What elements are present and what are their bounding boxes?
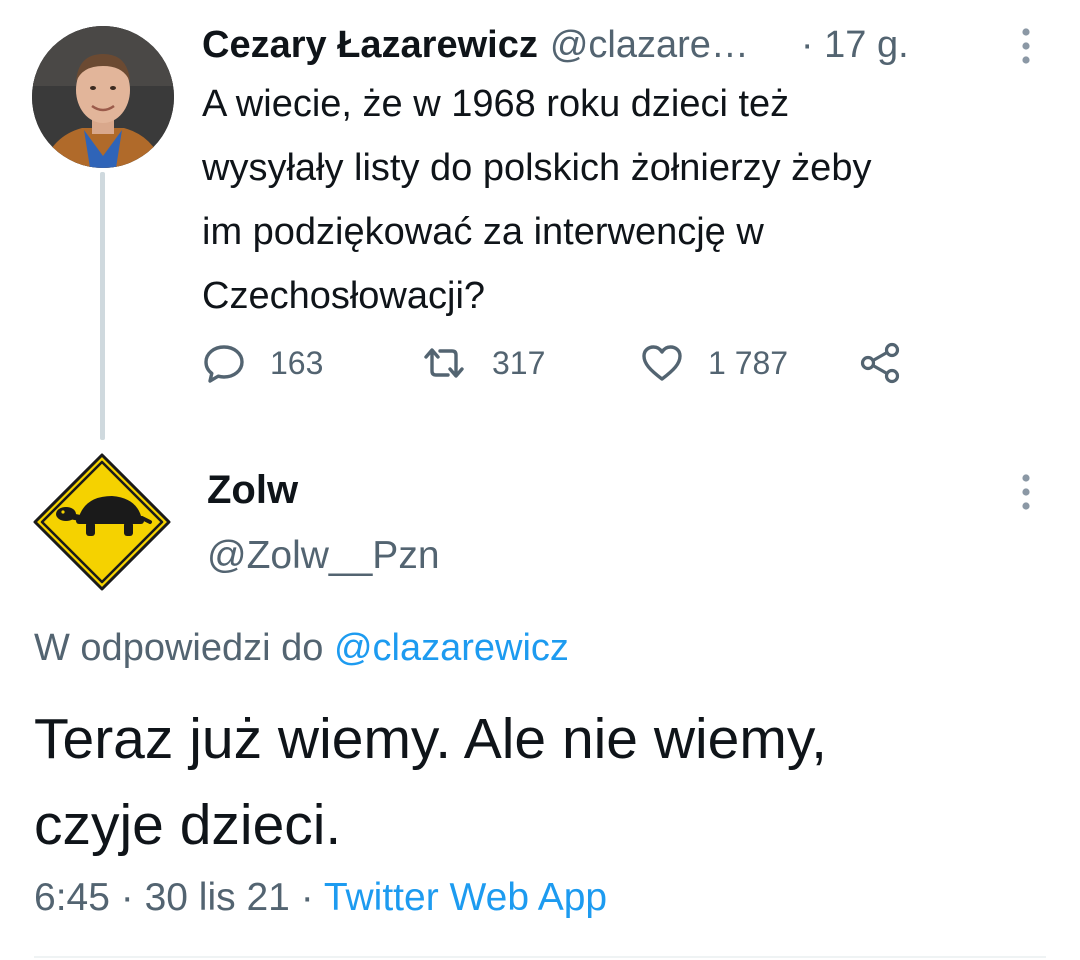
- author-avatar[interactable]: [32, 26, 174, 168]
- turtle-crossing-sign-icon[interactable]: [32, 452, 172, 592]
- tweet-actions: 163 317 1 787: [202, 338, 942, 388]
- author-name[interactable]: Zolw: [207, 466, 298, 514]
- reply-context: W odpowiedzi do @clazarewicz: [34, 624, 569, 672]
- author-photo: [32, 26, 174, 168]
- tweet-time[interactable]: 6:45: [34, 876, 110, 919]
- more-options-icon[interactable]: [1020, 472, 1032, 512]
- tweet-text: A wiecie, że w 1968 roku dzieci też wysy…: [202, 83, 872, 317]
- reply-mention-link[interactable]: @clazarewicz: [334, 627, 569, 669]
- divider: [34, 956, 1046, 958]
- tweet-header: Cezary Łazarewicz @clazare… · 17 g.: [202, 22, 909, 68]
- reply-count: 163: [270, 344, 324, 381]
- like-icon: [640, 341, 684, 385]
- share-button[interactable]: [858, 338, 902, 388]
- thread-connector-line: [100, 172, 105, 440]
- retweet-count: 317: [492, 344, 546, 381]
- like-button[interactable]: 1 787: [640, 338, 788, 388]
- share-icon: [858, 341, 902, 385]
- tweet-metadata: 6:45 · 30 lis 21 · Twitter Web App: [34, 872, 607, 924]
- retweet-icon: [420, 341, 468, 385]
- meta-separator: ·: [300, 876, 314, 919]
- reply-icon: [202, 341, 246, 385]
- like-count: 1 787: [708, 344, 789, 381]
- retweet-button[interactable]: 317: [420, 338, 545, 388]
- reply-prefix: W odpowiedzi do: [34, 627, 334, 669]
- author-name[interactable]: Cezary Łazarewicz: [202, 22, 538, 68]
- more-options-icon[interactable]: [1020, 26, 1032, 66]
- tweet-time[interactable]: · 17 g.: [801, 22, 909, 68]
- tweet-text: Teraz już wiemy. Ale nie wiemy, czyje dz…: [34, 707, 827, 857]
- meta-separator: ·: [120, 876, 134, 919]
- author-handle[interactable]: @Zolw__Pzn: [207, 532, 440, 580]
- tweet-date[interactable]: 30 lis 21: [145, 876, 290, 919]
- author-handle[interactable]: @clazare…: [550, 22, 749, 68]
- reply-button[interactable]: 163: [202, 338, 323, 388]
- tweet-source-link[interactable]: Twitter Web App: [324, 876, 607, 919]
